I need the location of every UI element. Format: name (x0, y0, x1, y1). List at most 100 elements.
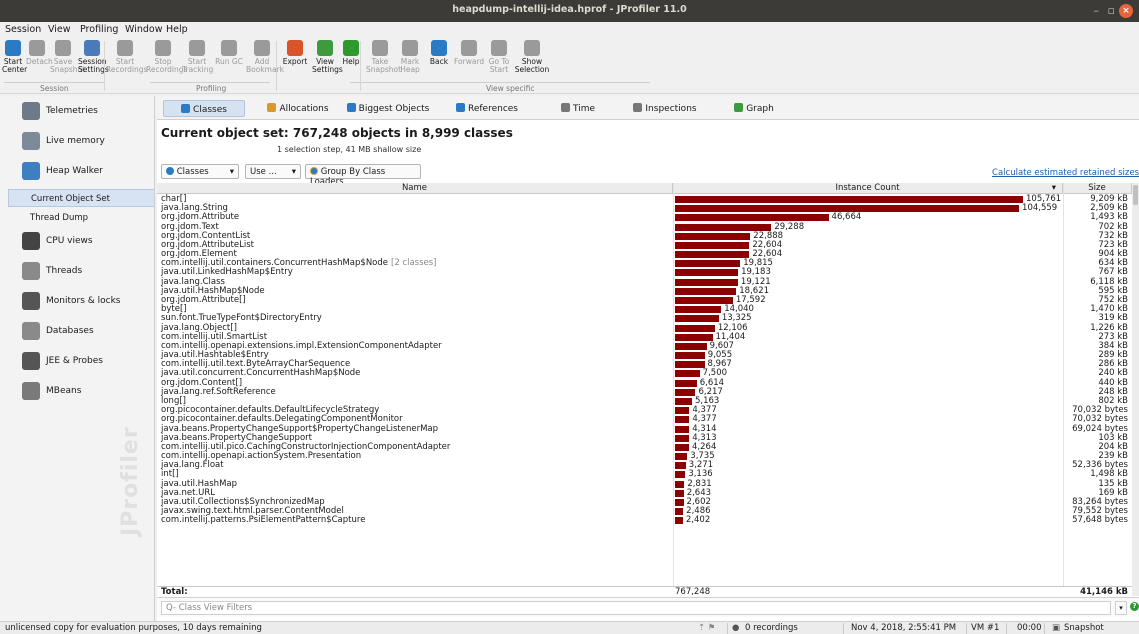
table-row[interactable]: java.lang.ref.SoftReference 6,217 248 kB (157, 387, 1132, 397)
detach-button[interactable]: Detach (26, 40, 53, 66)
tab-references[interactable]: References (445, 100, 529, 117)
tab-classes[interactable]: Classes (163, 100, 245, 117)
filter-options-dropdown[interactable]: ▾ (1115, 601, 1127, 615)
toolbar-button-label: Start Tracking (182, 57, 214, 74)
chevron-down-icon: ▾ (229, 167, 234, 177)
export-button[interactable]: Export (280, 40, 310, 66)
column-header-size[interactable]: Size (1063, 183, 1132, 194)
table-row[interactable]: com.intellij.openapi.actionSystem.Presen… (157, 452, 1132, 461)
tab-time[interactable]: Time (550, 100, 606, 117)
pin-flag-icons[interactable]: ⇡ ⚑ (698, 623, 715, 633)
tab-allocations[interactable]: Allocations (261, 100, 335, 117)
menu-profiling[interactable]: Profiling (80, 24, 118, 35)
inspections-icon (633, 103, 643, 112)
back-button[interactable]: Back (426, 40, 452, 66)
sidebar-subitem[interactable]: Current Object Set (8, 189, 154, 207)
group-by-class-loaders-button[interactable]: Group By Class Loaders (305, 164, 421, 187)
show-selection-button[interactable]: Show Selection (514, 40, 550, 74)
sidebar-item-telemetries[interactable]: Telemetries (0, 96, 154, 126)
table-row[interactable]: org.jdom.Text 29,288 702 kB (157, 222, 1132, 232)
table-row[interactable]: java.lang.Object[] 12,106 1,226 kB (157, 323, 1132, 333)
table-scrollbar[interactable] (1132, 183, 1139, 596)
instance-count-bar (675, 453, 688, 461)
mark-heap-button[interactable]: Mark Heap (396, 40, 424, 74)
go-to-start-button[interactable]: Go To Start (486, 40, 512, 74)
table-row[interactable]: java.lang.Class 19,121 6,118 kB (157, 277, 1132, 287)
toolbar-button-label: Show Selection (514, 57, 550, 74)
table-row[interactable]: com.intellij.patterns.PsiElementPattern$… (157, 516, 1132, 525)
scrollbar-thumb[interactable] (1133, 185, 1138, 205)
forward-button[interactable]: Forward (454, 40, 484, 66)
instance-count-bar (675, 296, 733, 304)
sidebar-item-heap-walker[interactable]: Heap Walker (0, 156, 154, 186)
sidebar-subitem-label: Thread Dump (30, 213, 89, 223)
table-row[interactable]: java.util.LinkedHashMap$Entry 19,183 767 k… (157, 268, 1132, 277)
save-snapshot-button[interactable]: Save Snapshot (50, 40, 85, 74)
table-row[interactable]: java.util.HashMap$Node 18,621 595 kB (157, 286, 1132, 296)
table-row[interactable]: com.intellij.openapi.extensions.impl.Ext… (157, 341, 1132, 351)
menu-view[interactable]: View (48, 24, 71, 35)
sidebar-item-mbeans[interactable]: MBeans (0, 376, 154, 406)
heap-walker-panel: Classes Allocations Biggest Objects Referen… (157, 96, 1139, 621)
tab-label: References (467, 104, 518, 114)
table-row[interactable]: char[] 105,761 9,209 kB (157, 195, 1132, 204)
table-row[interactable]: java.util.HashMap 2,831 135 kB (157, 479, 1132, 489)
menu-window[interactable]: Window (125, 24, 162, 35)
run-gc-button[interactable]: Run GC (214, 40, 244, 66)
sidebar-item-cpu-views[interactable]: CPU views (0, 226, 154, 256)
table-row[interactable]: org.jdom.AttributeList 22,604 723 kB (157, 240, 1132, 250)
sidebar-item-jee-probes[interactable]: JEE & Probes (0, 346, 154, 376)
toolbar-button-label: Take Snapshot (366, 57, 402, 74)
table-row[interactable]: org.jdom.Attribute[] 17,592 752 kB (157, 295, 1132, 305)
view-combo[interactable]: Classes ▾ (161, 164, 239, 179)
view-settings-button[interactable]: View Settings (312, 40, 343, 74)
sidebar-item-label: Monitors & locks (46, 296, 121, 306)
calculate-retained-sizes-link[interactable]: Calculate estimated retained sizes (992, 168, 1139, 178)
session-settings-button[interactable]: Session Settings (78, 40, 109, 74)
column-header-instance-count[interactable]: Instance Count ▾ (673, 183, 1063, 194)
table-row[interactable]: org.jdom.ContentList 22,888 732 kB (157, 231, 1132, 241)
add-bookmark-button[interactable]: Add Bookmark (246, 40, 284, 74)
class-view-filter-input[interactable]: Q- Class View Filters (161, 601, 1111, 615)
instance-count-bar (675, 379, 697, 387)
table-row[interactable]: java.lang.String 104,559 2,509 kB (157, 204, 1132, 213)
sidebar-subitem[interactable]: Thread Dump (8, 209, 154, 227)
chevron-down-icon: ▾ (291, 167, 296, 177)
stop-recordings-button[interactable]: Stop Recordings (146, 40, 187, 74)
use-combo[interactable]: Use ... ▾ (245, 164, 301, 179)
start-recordings-button[interactable]: Start Recordings (106, 40, 147, 74)
tab-graph[interactable]: Graph (728, 100, 780, 117)
menu-help[interactable]: Help (166, 24, 188, 35)
instance-count-bar (675, 407, 690, 415)
run-gc-icon (221, 40, 237, 56)
table-row[interactable]: org.jdom.Attribute 46,664 1,493 kB (157, 213, 1132, 222)
shallow-size-value: 1,493 kB (1090, 212, 1128, 223)
help-icon[interactable]: ? (1130, 602, 1139, 611)
table-row[interactable]: java.util.concurrent.ConcurrentHashMap$N… (157, 369, 1132, 378)
column-header-instance-count-label: Instance Count (835, 183, 900, 193)
table-row[interactable]: sun.font.TrueTypeFont$DirectoryEntry 13,3… (157, 314, 1132, 323)
instance-count-value: 2,402 (685, 515, 711, 526)
start-tracking-button[interactable]: Start Tracking (182, 40, 214, 74)
session-mode: Snapshot (1064, 623, 1104, 633)
maximize-button[interactable]: ▫ (1108, 4, 1115, 17)
status-divider (1044, 623, 1045, 634)
tab-biggest-objects[interactable]: Biggest Objects (341, 100, 435, 117)
tab-label: Time (572, 104, 596, 114)
sidebar-item-monitors-locks[interactable]: Monitors & locks (0, 286, 154, 316)
sidebar-item-live-memory[interactable]: Live memory (0, 126, 154, 156)
start-center-button[interactable]: Start Center (2, 40, 27, 74)
sidebar-item-threads[interactable]: Threads (0, 256, 154, 286)
close-window-button[interactable]: × (1119, 4, 1133, 18)
table-row[interactable]: java.lang.Float 3,271 52,336 bytes (157, 461, 1132, 470)
column-header-name[interactable]: Name (157, 183, 673, 194)
tab-inspections[interactable]: Inspections (617, 100, 713, 117)
take-snapshot-button[interactable]: Take Snapshot (366, 40, 402, 74)
status-divider (1006, 623, 1007, 634)
table-row[interactable]: com.intellij.util.containers.ConcurrentH… (157, 259, 1132, 268)
sidebar-item-databases[interactable]: Databases (0, 316, 154, 346)
table-row[interactable]: org.jdom.Content[] 6,614 440 kB (157, 378, 1132, 388)
menu-session[interactable]: Session (5, 24, 41, 35)
minimize-button[interactable]: – (1094, 4, 1100, 17)
table-row[interactable]: int[] 3,136 1,498 kB (157, 470, 1132, 479)
